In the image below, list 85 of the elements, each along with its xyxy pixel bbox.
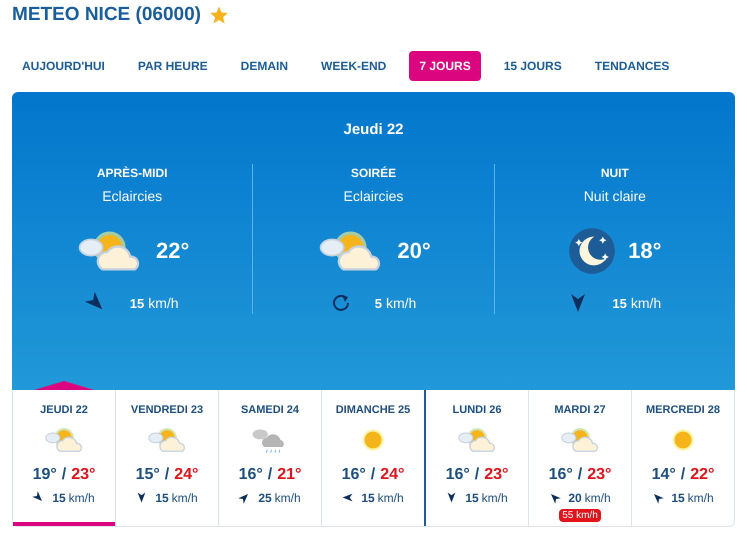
min-temperature: 14° xyxy=(652,464,676,484)
page-title: METEO NICE (06000) xyxy=(12,2,201,27)
max-temperature: 24° xyxy=(380,464,404,484)
day-label: LUNDI 26 xyxy=(452,403,502,418)
day-label: SAMEDI 24 xyxy=(240,403,300,418)
min-temperature: 15° xyxy=(136,464,160,484)
nav-tab[interactable]: PAR HEURE xyxy=(128,51,218,81)
wind-unit: km/h xyxy=(172,490,198,506)
day-label: DIMANCHE 25 xyxy=(336,403,410,418)
day-label: MERCREDI 28 xyxy=(646,403,720,418)
period-condition: Eclaircies xyxy=(344,186,404,206)
separator: / xyxy=(680,464,686,484)
period-name: APRÈS-MIDI xyxy=(96,164,168,182)
separator: / xyxy=(578,464,582,484)
max-temperature: 23° xyxy=(587,464,612,484)
day-card[interactable]: SAMEDI 24 16° / 21° 25 km/h xyxy=(218,390,321,526)
temperature: 20° xyxy=(397,237,431,265)
day-card[interactable]: VENDREDI 23 15° / 24° 15 km/h xyxy=(115,390,218,526)
rotate-arrow-icon xyxy=(330,293,351,313)
wind-speed: 5 xyxy=(374,294,382,312)
day-card[interactable]: DIMANCHE 25 16° / 24° 15 km/h xyxy=(321,390,424,526)
selected-pointer-icon xyxy=(34,381,94,390)
day-card[interactable]: LUNDI 26 16° / 23° 15 km/h xyxy=(424,390,528,526)
separator: / xyxy=(268,464,272,484)
nav-tab[interactable]: 15 JOURS xyxy=(494,51,572,81)
day-label: MARDI 27 xyxy=(554,403,606,418)
wind-speed: 25 xyxy=(258,490,272,506)
max-temperature: 23° xyxy=(484,464,508,484)
wind-speed: 15 xyxy=(671,490,685,506)
nav-tab[interactable]: TENDANCES xyxy=(584,51,680,81)
min-temperature: 16° xyxy=(446,464,470,484)
period-name: SOIRÉE xyxy=(350,164,396,182)
max-temperature: 21° xyxy=(277,464,302,484)
wind-speed: 15 xyxy=(155,490,169,506)
wind-speed: 20 xyxy=(568,490,582,506)
wind-speed: 15 xyxy=(130,294,144,312)
wind-speed: 15 xyxy=(361,490,375,506)
wind-unit: km/h xyxy=(378,490,404,506)
sun-cloud-icon xyxy=(456,426,498,454)
wind-speed: 15 xyxy=(612,294,627,312)
sun-cloud-icon xyxy=(146,426,188,454)
forecast-date: Jeudi 22 xyxy=(343,120,404,140)
day-card[interactable]: MARDI 27 16° / 23° 20 km/h 55 km/h xyxy=(528,390,631,526)
day-card[interactable]: MERCREDI 28 14° / 22° 15 km/h xyxy=(631,390,734,526)
period-condition: Nuit claire xyxy=(584,186,646,206)
wind-speed: 15 xyxy=(465,490,479,506)
wind-arrow-icon xyxy=(136,492,148,503)
wind-unit: km/h xyxy=(584,490,611,506)
nav-tab[interactable]: DEMAIN xyxy=(230,51,298,81)
max-temperature: 23° xyxy=(71,464,96,484)
min-temperature: 16° xyxy=(548,464,573,484)
wind-unit: km/h xyxy=(482,490,508,506)
wind-unit: km/h xyxy=(688,490,714,506)
wind-unit: km/h xyxy=(386,294,416,312)
period-name: NUIT xyxy=(600,164,629,182)
max-temperature: 24° xyxy=(174,464,198,484)
nav-tab[interactable]: WEEK-END xyxy=(311,51,396,81)
min-temperature: 16° xyxy=(342,464,366,484)
separator: / xyxy=(474,464,480,484)
sun-cloud-icon xyxy=(559,426,601,454)
wind-unit: km/h xyxy=(148,294,179,312)
min-temperature: 19° xyxy=(32,464,57,484)
max-temperature: 22° xyxy=(690,464,714,484)
day-label: VENDREDI 23 xyxy=(130,403,204,418)
day-label: JEUDI 22 xyxy=(40,403,88,418)
wind-arrow-icon xyxy=(342,492,354,503)
nav-tab[interactable]: AUJOURD'HUI xyxy=(12,51,115,81)
separator: / xyxy=(62,464,66,484)
gust-badge: 55 km/h xyxy=(559,508,601,522)
separator: / xyxy=(370,464,376,484)
temperature: 22° xyxy=(156,237,190,265)
sun-cloud-icon xyxy=(43,426,85,454)
wind-arrow-icon xyxy=(446,492,458,503)
wind-unit: km/h xyxy=(630,294,662,312)
period-condition: Eclaircies xyxy=(102,186,162,206)
temperature: 18° xyxy=(628,237,662,265)
separator: / xyxy=(164,464,170,484)
wind-unit: km/h xyxy=(274,490,301,506)
star-icon[interactable] xyxy=(209,5,229,25)
wind-unit: km/h xyxy=(68,490,95,506)
moon-icon xyxy=(568,226,616,274)
nav-tab[interactable]: 7 JOURS xyxy=(409,51,481,81)
min-temperature: 16° xyxy=(238,464,263,484)
wind-speed: 15 xyxy=(52,490,66,506)
day-card[interactable]: JEUDI 22 19° / 23° 15 km/h xyxy=(13,390,115,526)
